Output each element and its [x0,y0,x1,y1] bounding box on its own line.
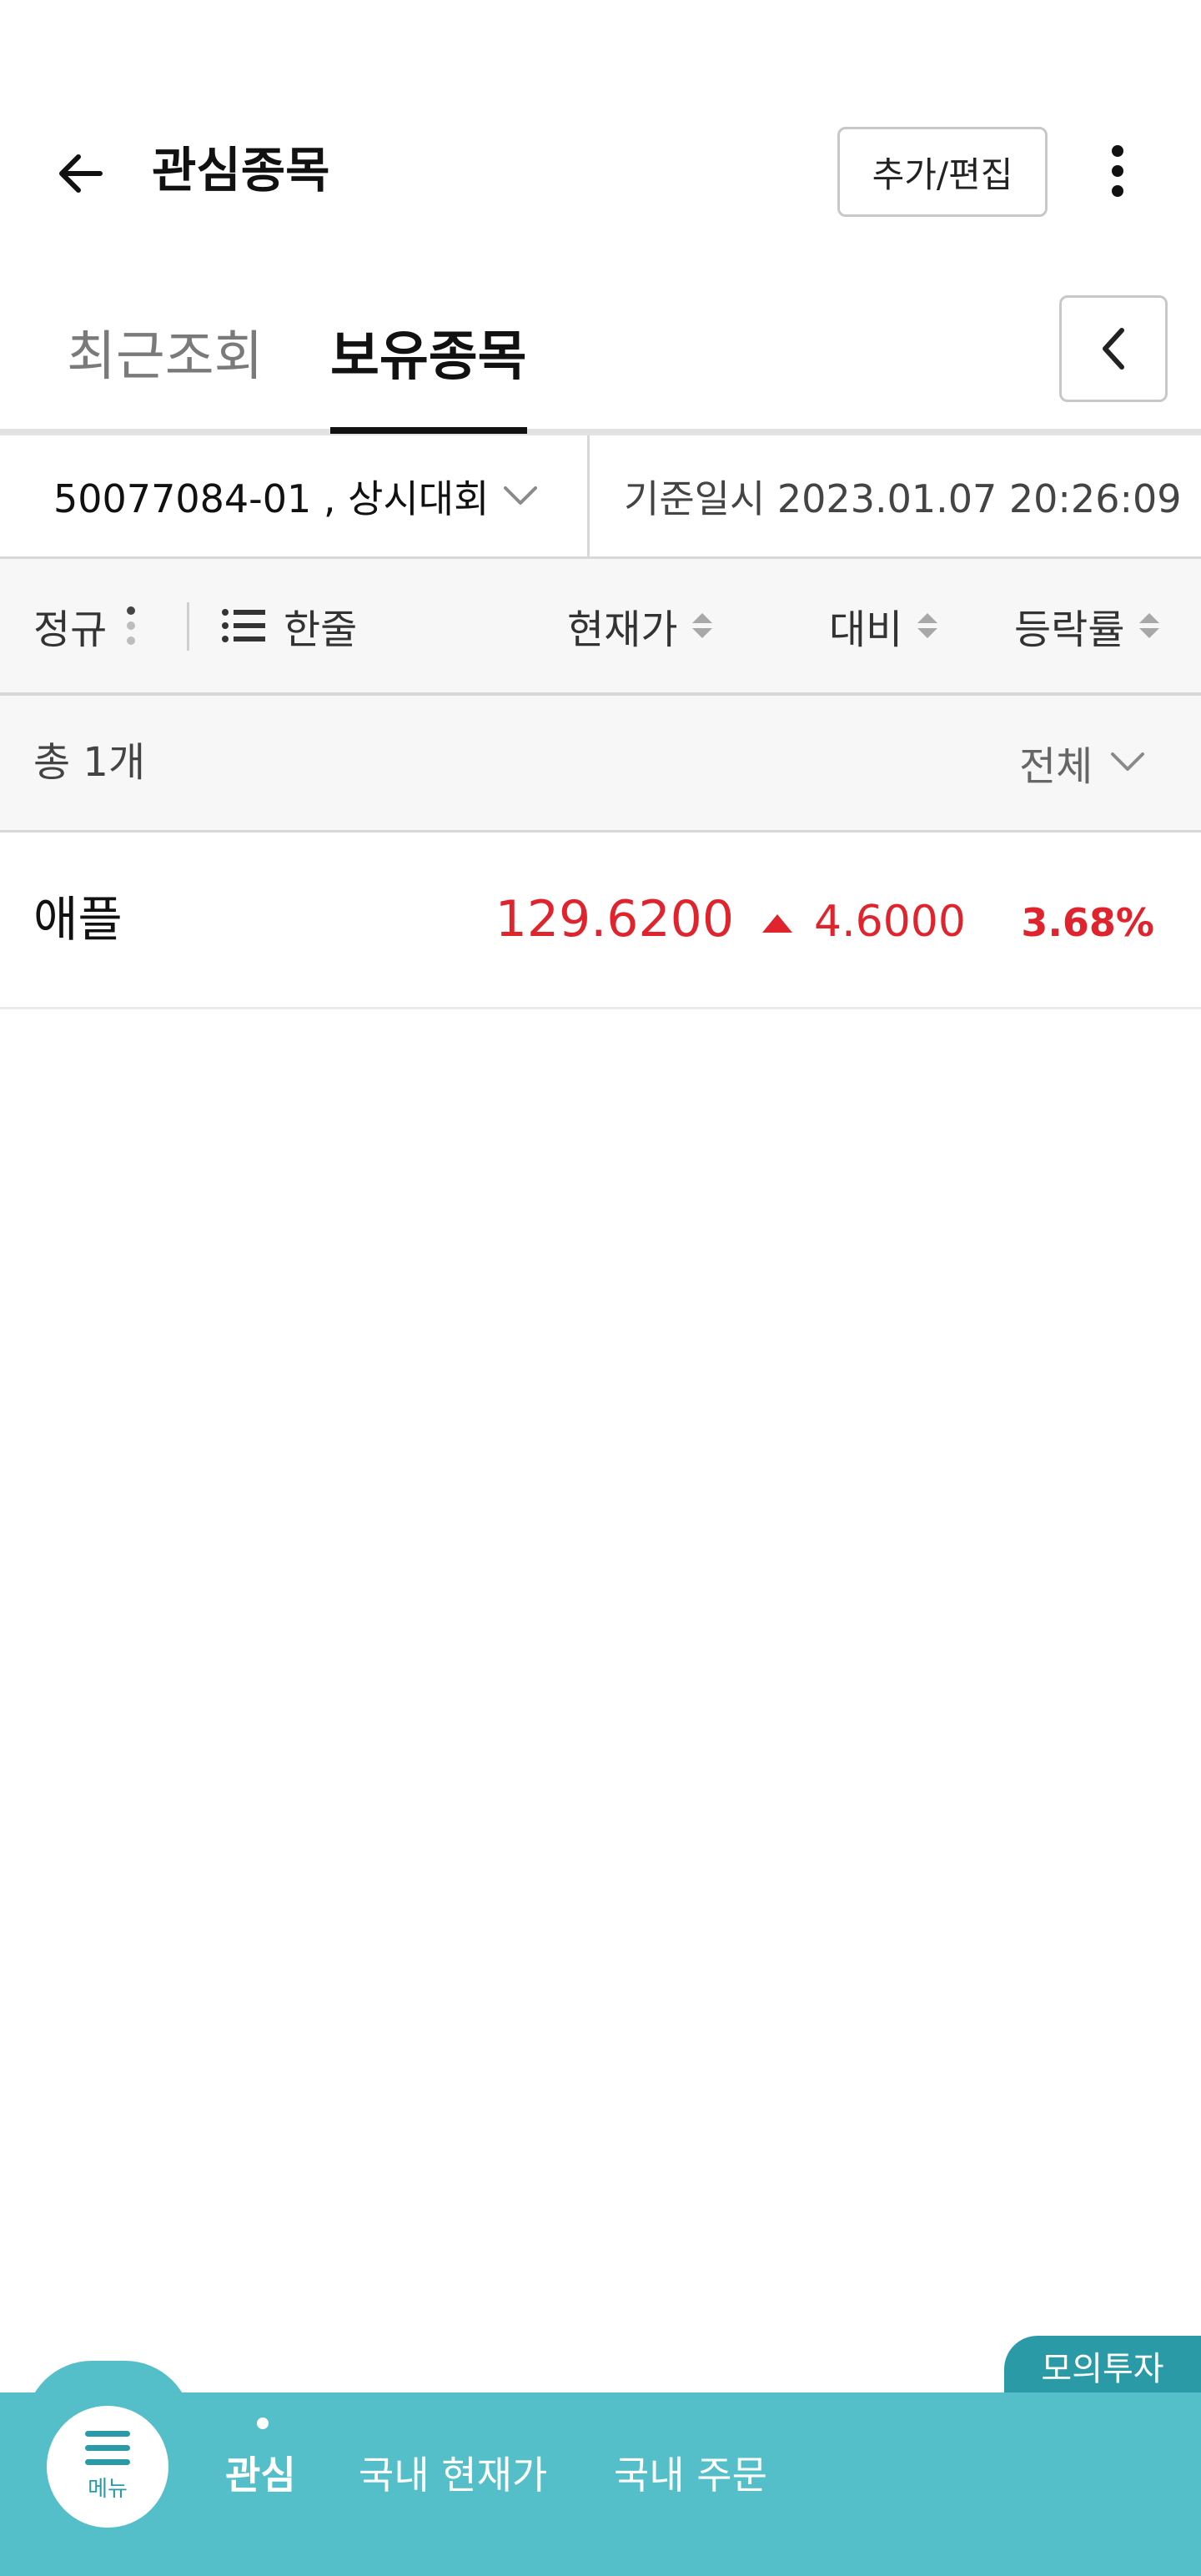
nav-domestic-order[interactable]: 국내 주문 [614,2446,767,2504]
tab-recent[interactable]: 최근조회 [67,324,264,390]
menu-label: 메뉴 [88,2477,128,2502]
nav-watchlist[interactable]: 관심 [225,2446,296,2504]
total-count: 총 1개 [33,739,146,786]
filter-label: 전체 [1019,743,1093,790]
rate-column-label: 등락률 [1014,606,1125,653]
watchlist-tabs: 최근조회 보유종목 [0,292,1201,435]
stock-rate: 3.68% [1021,900,1154,945]
change-column-label: 대비 [829,606,903,653]
kebab-menu-icon [1112,145,1123,197]
line-mode-label: 한줄 [284,606,358,653]
session-select[interactable]: 정규 [33,592,136,659]
account-select[interactable]: 50077084-01 , 상시대회 [0,435,587,556]
account-label: 50077084-01 , 상시대회 [53,475,490,521]
arrow-left-icon [59,154,103,193]
stock-price: 129.6200 [495,890,734,948]
sort-icon [692,613,713,638]
active-nav-dot [257,2418,269,2429]
more-options-button[interactable] [1084,133,1151,209]
up-triangle-icon [762,914,792,933]
sort-icon [917,613,938,638]
sort-change-column[interactable]: 대비 [829,592,938,659]
mock-trading-badge: 모의투자 [1004,2336,1201,2396]
add-edit-button[interactable]: 추가/편집 [837,127,1048,217]
stock-name: 애플 [33,891,123,948]
chevron-down-icon [1109,751,1146,774]
chevron-down-icon [502,485,539,508]
nav-domestic-price[interactable]: 국내 현재가 [359,2446,547,2504]
summary-row: 총 1개 전체 [0,696,1201,833]
page-title: 관심종목 [152,142,330,199]
active-tab-indicator [330,427,527,434]
session-label: 정규 [33,606,108,653]
sort-price-column[interactable]: 현재가 [567,592,713,659]
more-vertical-icon [127,606,136,645]
divider [187,602,189,651]
menu-button[interactable]: 메뉴 [47,2406,168,2528]
filter-select[interactable]: 전체 [1019,732,1146,792]
column-header: 정규 한줄 현재가 대비 등락률 [0,559,1201,696]
price-column-label: 현재가 [567,606,678,653]
base-time: 기준일시 2023.01.07 20:26:09 [624,475,1182,521]
sort-rate-column[interactable]: 등락률 [1014,592,1160,659]
back-button[interactable] [47,140,113,207]
app-header: 관심종목 추가/편집 [0,0,1201,275]
line-mode-toggle[interactable]: 한줄 [222,592,357,659]
chevron-left-icon [1103,328,1124,370]
stock-change: 4.6000 [814,897,966,947]
collapse-button[interactable] [1059,295,1168,402]
tab-holdings[interactable]: 보유종목 [330,324,527,390]
list-icon [222,609,265,642]
sort-icon [1139,613,1160,638]
divider [587,435,590,556]
table-row[interactable]: 애플 129.6200 4.6000 3.68% [0,833,1201,1009]
account-bar: 50077084-01 , 상시대회 기준일시 2023.01.07 20:26… [0,435,1201,559]
hamburger-icon [85,2431,130,2465]
